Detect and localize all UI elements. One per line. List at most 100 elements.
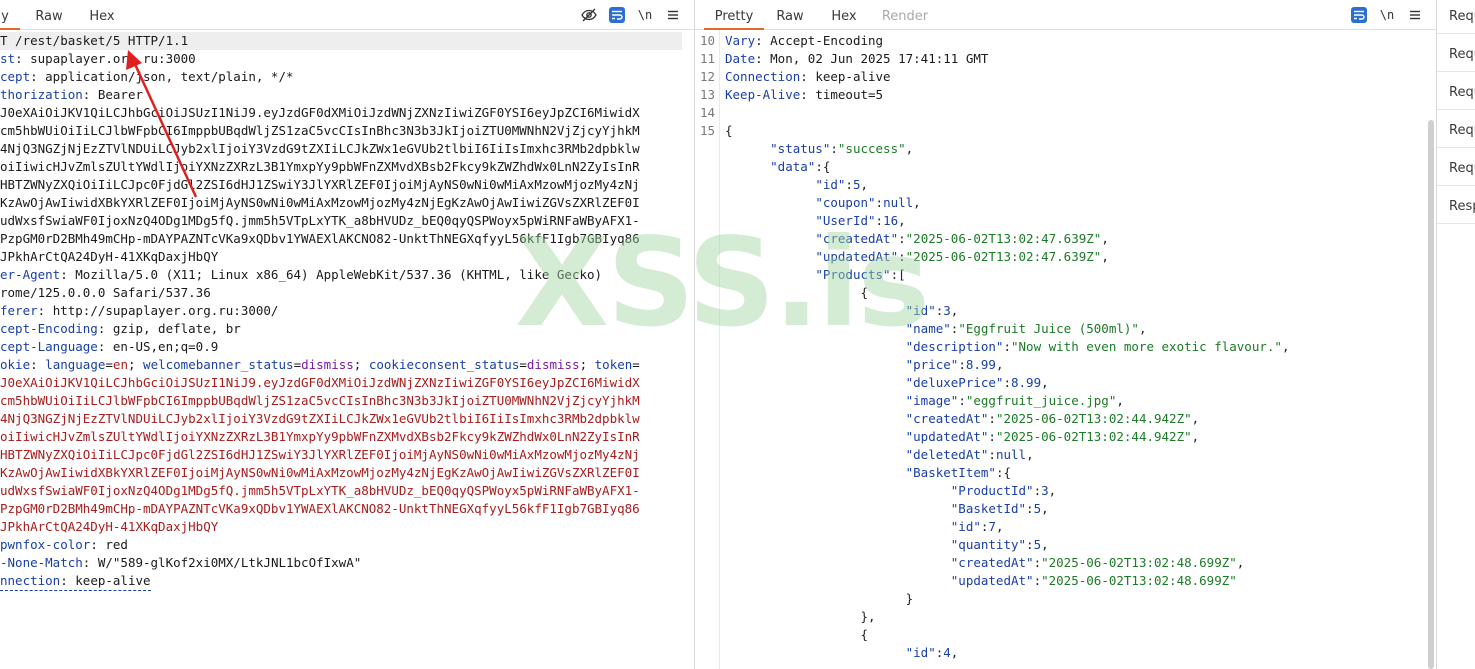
response-token: "coupon"	[815, 195, 876, 210]
eye-off-icon[interactable]	[581, 7, 597, 23]
line-number: 15	[699, 123, 715, 138]
response-token	[725, 483, 951, 498]
response-token: :	[1026, 501, 1034, 516]
tab-raw[interactable]: Raw	[33, 0, 65, 30]
response-line: "Products":[	[695, 266, 1436, 284]
response-token: ,	[898, 213, 906, 228]
request-token: cept	[0, 69, 31, 84]
response-token: :	[1033, 483, 1042, 498]
request-token: : red	[90, 537, 128, 552]
request-line-text: nnection: keep-alive	[0, 572, 151, 591]
response-token: 8.99	[1011, 375, 1042, 390]
request-line: 4NjQ3NGZjNjEzZTVlNDUiLCJyb2xlIjoiY3VzdG9…	[0, 410, 694, 428]
wrap-lines-icon[interactable]	[609, 7, 625, 23]
request-token: cm5hbWUiOiIiLCJlbWFpbCI6ImppbUBqdWljZS1z…	[0, 393, 640, 408]
response-token: "id"	[950, 519, 981, 534]
wrap-lines-icon[interactable]	[1351, 7, 1367, 23]
request-line-text: cept-Encoding: gzip, deflate, br	[0, 320, 241, 338]
response-line: "updatedAt":"2025-06-02T13:02:44.942Z",	[695, 428, 1436, 446]
response-line: "createdAt":"2025-06-02T13:02:48.699Z",	[695, 554, 1436, 572]
response-line-text: "updatedAt":"2025-06-02T13:02:48.699Z"	[725, 572, 1237, 590]
response-token: ,	[1041, 501, 1049, 516]
response-token: "createdAt"	[950, 555, 1034, 570]
response-token: ,	[1101, 231, 1109, 246]
response-line-text: "createdAt":"2025-06-02T13:02:48.699Z",	[725, 554, 1245, 572]
request-token: ;	[579, 357, 595, 372]
response-token: :[	[890, 267, 906, 282]
response-line-text: "id":7,	[725, 518, 1004, 536]
request-token: KzAwOjAwIiwidXBkYXRlZEF0IjoiMjAyNS0wNi0w…	[0, 465, 640, 480]
inspector-item-request-query[interactable]: Requ	[1437, 38, 1475, 72]
request-token: language	[45, 357, 106, 372]
response-line: "BasketItem":{	[695, 464, 1436, 482]
menu-icon[interactable]	[665, 7, 681, 23]
response-token: ,	[1026, 447, 1034, 462]
response-token: null	[883, 195, 914, 210]
response-line-text: "id":3,	[725, 302, 959, 320]
request-token: ;	[127, 357, 144, 372]
menu-icon[interactable]	[1407, 7, 1423, 23]
request-line-text: 4NjQ3NGZjNjEzZTVlNDUiLCJyb2xlIjoiY3VzdG9…	[0, 140, 640, 158]
request-line: cept-Language: en-US,en;q=0.9	[0, 338, 694, 356]
tab-pretty[interactable]: Pretty	[704, 0, 764, 30]
request-token: thorization	[0, 87, 83, 102]
request-token: JPkhArCtQA24DyH-41XKqDaxjHbQY	[0, 249, 219, 264]
response-token: "2025-06-02T13:02:47.639Z"	[905, 231, 1102, 246]
tab-hex[interactable]: Hex	[828, 0, 860, 30]
request-line-text: T /rest/basket/5 HTTP/1.1	[0, 32, 188, 50]
response-scrollbar[interactable]	[1428, 120, 1434, 669]
request-token: J0eXAiOiJKV1QiLCJhbGciOiJSUzI1NiJ9.eyJzd…	[0, 105, 640, 120]
response-token: :{	[995, 465, 1011, 480]
response-token: ,	[950, 645, 959, 660]
response-line: "updatedAt":"2025-06-02T13:02:48.699Z"	[695, 572, 1436, 590]
request-line: cm5hbWUiOiIiLCJlbWFpbCI6ImppbUBqdWljZS1z…	[0, 122, 694, 140]
response-token: ,	[1191, 429, 1200, 444]
response-token: ,	[1236, 555, 1245, 570]
response-line-text: "BasketItem":{	[725, 464, 1011, 482]
request-line: er-Agent: Mozilla/5.0 (X11; Linux x86_64…	[0, 266, 694, 284]
response-line-text: "ProductId":3,	[725, 482, 1056, 500]
response-line: "description":"Now with even more exotic…	[695, 338, 1436, 356]
response-token	[725, 231, 815, 246]
request-line: PzpGM0rD2BMh49mCHp-mDAYPAZNTcVKa9xQDbv1Y…	[0, 230, 694, 248]
response-line-text: },	[725, 608, 875, 626]
response-line-text: "createdAt":"2025-06-02T13:02:44.942Z",	[725, 410, 1200, 428]
response-token: :	[1033, 555, 1042, 570]
tab-hex[interactable]: Hex	[86, 0, 118, 30]
response-token: ,	[1041, 375, 1049, 390]
response-token: Date	[725, 51, 756, 66]
request-editor[interactable]: T /rest/basket/5 HTTP/1.1 st: supaplayer.…	[0, 32, 694, 669]
response-token: "2025-06-02T13:02:44.942Z"	[995, 429, 1192, 444]
inspector-item-request-headers[interactable]: Requ	[1437, 152, 1475, 186]
response-token: Connection	[725, 69, 801, 84]
tab-pretty[interactable]: y	[0, 0, 20, 30]
response-line: },	[695, 608, 1436, 626]
request-token: okie	[0, 357, 31, 372]
response-token: ,	[995, 519, 1004, 534]
response-token	[725, 321, 906, 336]
request-token: welcomebanner_status	[143, 357, 294, 372]
request-token: ;	[353, 357, 369, 372]
response-line-text: {	[725, 122, 733, 140]
tab-render[interactable]: Render	[880, 0, 930, 30]
response-pane: Pretty Raw Hex Render \n 10 Vary: Accept-…	[695, 0, 1436, 669]
response-editor[interactable]: 10 Vary: Accept-Encoding 11 Date: Mon, 02 J…	[695, 32, 1436, 669]
inspector-item-request-body[interactable]: Requ	[1437, 76, 1475, 110]
request-line-text: KzAwOjAwIiwidXBkYXRlZEF0IjoiMjAyNS0wNi0w…	[0, 464, 640, 482]
inspector-item-response-headers[interactable]: Resp	[1437, 190, 1475, 224]
inspector-item-request-cookies[interactable]: Requ	[1437, 114, 1475, 148]
request-line: ferer: http://supaplayer.org.ru:3000/	[0, 302, 694, 320]
response-token: ,	[950, 303, 959, 318]
newline-icon[interactable]: \n	[1379, 7, 1395, 23]
request-token: : en-US,en;q=0.9	[97, 339, 219, 354]
response-line: "ProductId":3,	[695, 482, 1436, 500]
newline-icon[interactable]: \n	[637, 7, 653, 23]
response-line-text: "description":"Now with even more exotic…	[725, 338, 1290, 356]
response-line: "deletedAt":null,	[695, 446, 1436, 464]
response-line-text: "quantity":5,	[725, 536, 1049, 554]
tab-raw[interactable]: Raw	[774, 0, 806, 30]
response-line-text: Connection: keep-alive	[725, 68, 891, 86]
response-token: ,	[1048, 483, 1057, 498]
inspector-item-request-attributes[interactable]: Requ	[1437, 0, 1475, 34]
response-line: "data":{	[695, 158, 1436, 176]
